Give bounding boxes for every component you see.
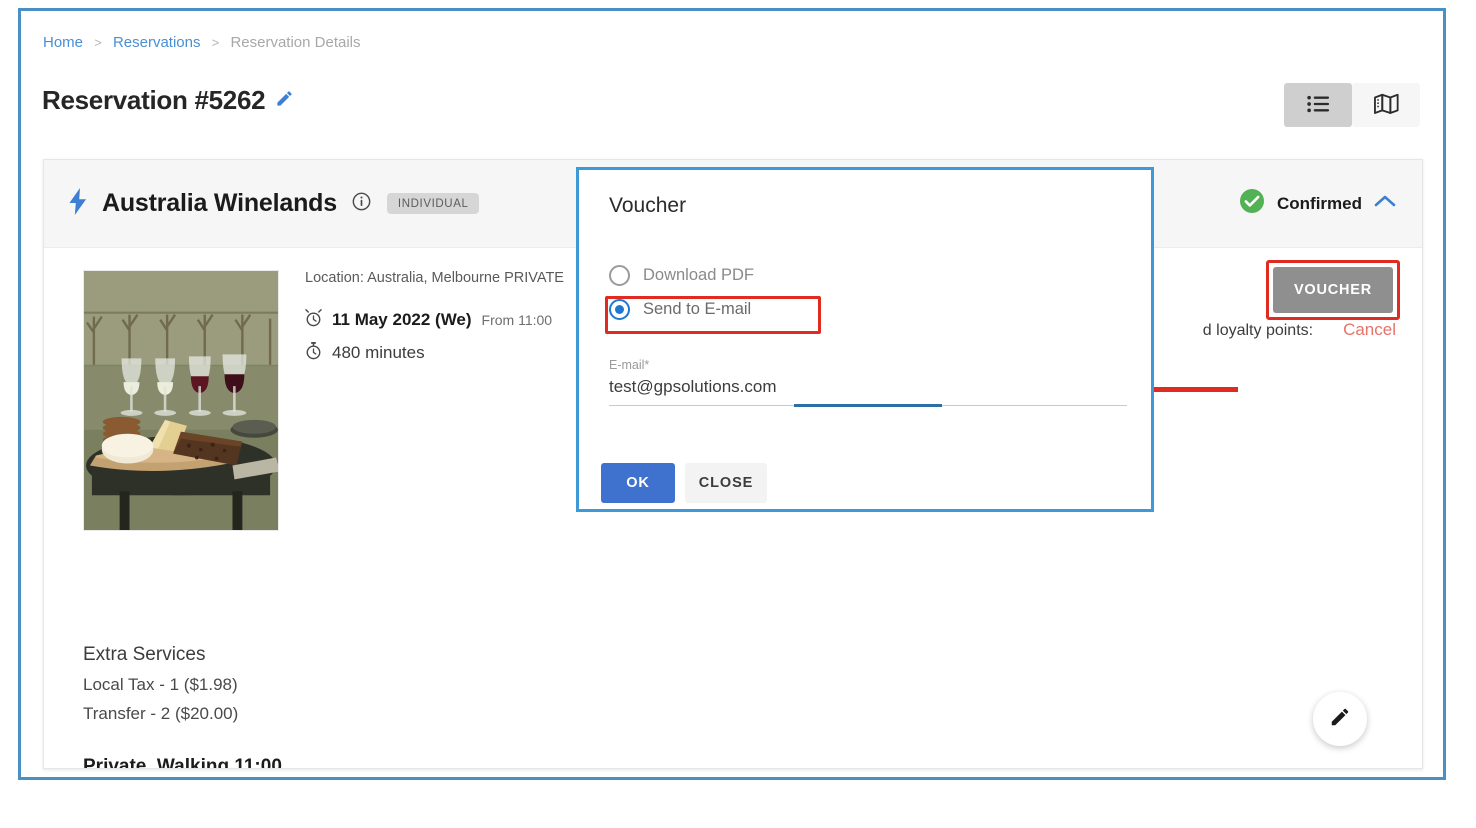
cancel-link[interactable]: Cancel [1343, 320, 1396, 340]
radio-option-download-pdf[interactable]: Download PDF [609, 258, 1109, 292]
excursion-thumbnail[interactable] [83, 270, 279, 531]
voucher-delivery-radio-group: Download PDF Send to E-mail [609, 258, 1109, 326]
breadcrumb-item-current: Reservation Details [230, 34, 361, 51]
breadcrumb: Home > Reservations > Reservation Detail… [43, 34, 361, 51]
excursion-title: Australia Winelands [102, 189, 337, 217]
radio-unchecked-icon [609, 264, 630, 286]
map-view-button[interactable] [1352, 83, 1420, 127]
duration-value: 480 minutes [332, 343, 425, 362]
radio-option-send-to-email[interactable]: Send to E-mail [609, 292, 1109, 326]
info-circle-icon[interactable] [352, 192, 371, 216]
email-field-underline [609, 404, 1127, 407]
chevron-up-icon[interactable] [1374, 194, 1396, 213]
status-label: Confirmed [1277, 193, 1362, 213]
map-view-icon [1373, 93, 1399, 118]
list-view-icon [1306, 95, 1330, 116]
status-group: Confirmed [1239, 188, 1396, 219]
email-field[interactable]: E-mail* test@gpsolutions.com [609, 358, 1127, 407]
close-button[interactable]: CLOSE [685, 463, 767, 503]
page-title: Reservation #5262 [42, 85, 266, 115]
loyalty-points-label: d loyalty points: [1202, 322, 1314, 339]
list-view-button[interactable] [1284, 83, 1352, 127]
modal-actions: OK CLOSE [601, 463, 767, 503]
radio-label-download-pdf: Download PDF [643, 265, 754, 284]
extra-services-block: Extra Services Local Tax - 1 ($1.98) Tra… [83, 644, 238, 724]
breadcrumb-item-reservations[interactable]: Reservations [113, 34, 201, 51]
check-circle-icon [1239, 188, 1265, 219]
stopwatch-icon [305, 341, 322, 365]
radio-label-send-to-email: Send to E-mail [643, 299, 752, 318]
ok-button[interactable]: OK [601, 463, 675, 503]
page-frame: Home > Reservations > Reservation Detail… [18, 8, 1446, 780]
voucher-highlight-box: VOUCHER [1266, 260, 1400, 320]
date-value: 11 May 2022 (We) [332, 310, 472, 329]
view-toggle [1284, 83, 1420, 127]
breadcrumb-separator: > [211, 35, 220, 50]
date-from: From 11:00 [481, 312, 553, 328]
pencil-icon[interactable] [275, 89, 294, 113]
breadcrumb-item-home[interactable]: Home [43, 34, 83, 51]
radio-checked-icon [609, 298, 630, 320]
edit-fab-button[interactable] [1313, 692, 1367, 746]
pencil-icon [1329, 706, 1351, 733]
extra-services-title: Extra Services [83, 644, 206, 665]
email-field-label: E-mail* [609, 358, 650, 372]
page-title-row: Reservation #5262 [42, 85, 294, 116]
alarm-clock-icon [305, 308, 322, 332]
modal-title: Voucher [609, 194, 687, 217]
breadcrumb-separator: > [94, 35, 102, 50]
voucher-modal: Voucher Download PDF Send to E-mail E-ma… [576, 167, 1154, 512]
group-type-line: Private, Walking 11:00 [83, 756, 282, 769]
extra-service-item: Local Tax - 1 ($1.98) [83, 675, 238, 694]
lightning-bolt-icon [68, 187, 88, 220]
extra-service-item: Transfer - 2 ($20.00) [83, 704, 239, 723]
voucher-button[interactable]: VOUCHER [1273, 267, 1393, 313]
type-badge: INDIVIDUAL [386, 193, 480, 214]
email-input[interactable]: test@gpsolutions.com [609, 377, 1127, 397]
